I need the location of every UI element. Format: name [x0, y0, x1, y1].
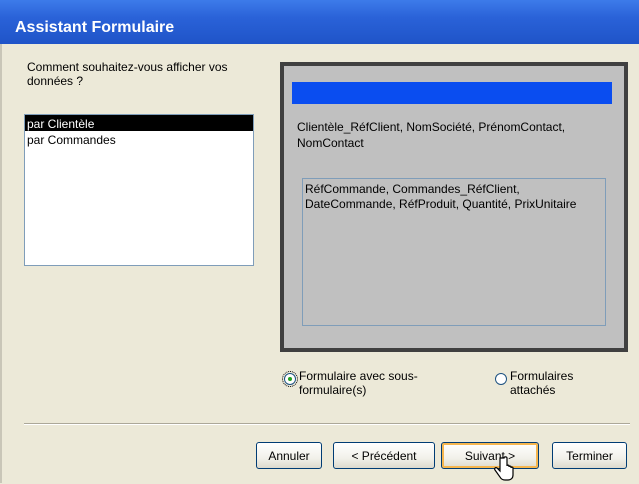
- title-bar: Assistant Formulaire: [0, 0, 639, 44]
- question-label: Comment souhaitez-vous afficher vos donn…: [27, 60, 228, 88]
- next-button[interactable]: Suivant >: [441, 442, 539, 469]
- radio-subform[interactable]: Formulaire avec sous-formulaire(s): [282, 369, 449, 397]
- preview-header-bar: [292, 82, 612, 104]
- main-form-fields: Clientèle_RéfClient, NomSociété, PrénomC…: [297, 120, 566, 150]
- radio-linked-forms-label[interactable]: Formulaires attachés: [510, 369, 600, 397]
- window-title: Assistant Formulaire: [15, 19, 175, 36]
- radio-subform-label[interactable]: Formulaire avec sous-formulaire(s): [299, 369, 449, 397]
- finish-button[interactable]: Terminer: [552, 442, 627, 469]
- display-mode-list[interactable]: par Clientèle par Commandes: [24, 114, 254, 266]
- window-edge: [0, 44, 2, 483]
- radio-unselected-icon[interactable]: [495, 373, 507, 385]
- list-item-by-orders[interactable]: par Commandes: [25, 131, 253, 147]
- radio-selected-icon[interactable]: [282, 371, 298, 387]
- hand-cursor-icon: [494, 456, 514, 481]
- cancel-button[interactable]: Annuler: [256, 442, 322, 469]
- subform-fields: RéfCommande, Commandes_RéfClient, DateCo…: [305, 182, 577, 211]
- separator: [24, 423, 630, 425]
- list-item-by-client[interactable]: par Clientèle: [25, 115, 253, 131]
- radio-linked-forms[interactable]: Formulaires attachés: [495, 369, 600, 397]
- previous-button[interactable]: < Précédent: [333, 442, 435, 469]
